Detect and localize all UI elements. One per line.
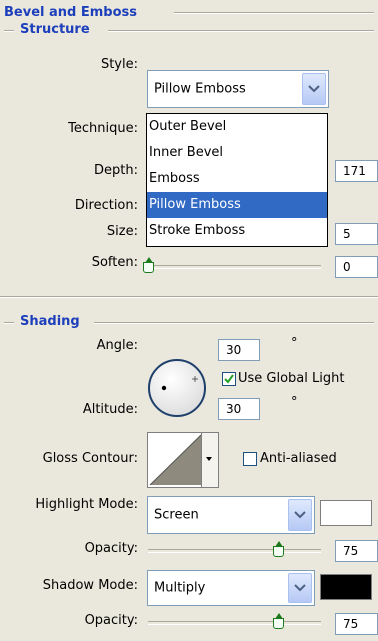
angle-input[interactable]: 30 [218,339,260,361]
style-option[interactable]: Inner Bevel [147,140,327,166]
depth-input[interactable]: 171 [335,160,378,182]
use-global-light-checkbox[interactable] [222,372,236,386]
structure-title: Structure [20,22,90,37]
shadow-color-swatch[interactable] [320,574,372,600]
style-select[interactable]: Pillow Emboss [147,70,329,108]
technique-label: Technique: [68,121,138,136]
highlight-opacity-thumb[interactable] [272,541,284,557]
size-input[interactable]: 5 [335,223,378,245]
altitude-label: Altitude: [82,402,138,417]
chevron-down-icon[interactable] [302,73,326,105]
angle-label: Angle: [96,338,138,353]
anti-aliased-label[interactable]: Anti-aliased [260,451,337,466]
angle-dial[interactable] [146,357,208,419]
gloss-contour-picker[interactable] [147,432,219,488]
soften-input[interactable]: 0 [335,256,378,278]
soften-slider-track[interactable] [148,265,321,269]
style-dropdown-list[interactable]: Outer Bevel Inner Bevel Emboss Pillow Embos… [146,113,328,247]
style-option[interactable]: Stroke Emboss [147,218,327,244]
chevron-down-icon[interactable] [288,499,312,531]
shading-title: Shading [20,314,80,329]
shadow-mode-value: Multiply [154,580,206,596]
style-select-value: Pillow Emboss [154,81,246,97]
shadow-mode-label: Shadow Mode: [42,578,138,593]
shadow-opacity-input[interactable]: 75 [335,613,378,635]
style-label: Style: [100,57,138,72]
style-option[interactable]: Emboss [147,166,327,192]
caret-down-icon [206,457,212,461]
altitude-degree-symbol: ° [291,395,298,410]
highlight-mode-value: Screen [154,507,199,523]
highlight-opacity-track[interactable] [148,549,321,553]
shadow-mode-select[interactable]: Multiply [147,570,315,606]
angle-degree-symbol: ° [291,336,298,351]
structure-divider-left [4,30,14,32]
shading-divider-right [94,322,374,324]
bevel-emboss-divider [174,12,374,14]
highlight-mode-select[interactable]: Screen [147,496,315,534]
size-label: Size: [106,224,138,239]
contour-preview-icon [149,434,202,486]
soften-slider-thumb[interactable] [143,257,154,273]
contour-dropdown-button[interactable] [201,433,218,487]
structure-divider-right [108,30,374,32]
shadow-opacity-thumb[interactable] [272,613,284,629]
checkmark-icon [224,374,234,384]
highlight-opacity-input[interactable]: 75 [335,540,378,562]
depth-label: Depth: [94,163,138,178]
soften-label: Soften: [91,255,138,270]
shadow-opacity-track[interactable] [148,621,321,625]
highlight-color-swatch[interactable] [320,500,372,526]
altitude-input[interactable]: 30 [218,398,260,420]
shadow-opacity-label: Opacity: [84,613,138,628]
highlight-opacity-label: Opacity: [84,541,138,556]
highlight-mode-label: Highlight Mode: [35,497,138,512]
chevron-down-icon[interactable] [288,573,312,603]
style-option[interactable]: Outer Bevel [147,114,327,140]
shading-divider-left [4,322,14,324]
use-global-light-label[interactable]: Use Global Light [238,371,344,386]
direction-label: Direction: [74,198,138,213]
section-divider [0,296,378,298]
style-option[interactable]: Pillow Emboss [147,192,327,218]
anti-aliased-checkbox[interactable] [243,452,257,466]
bevel-emboss-title: Bevel and Emboss [4,5,137,20]
gloss-contour-label: Gloss Contour: [42,451,138,466]
